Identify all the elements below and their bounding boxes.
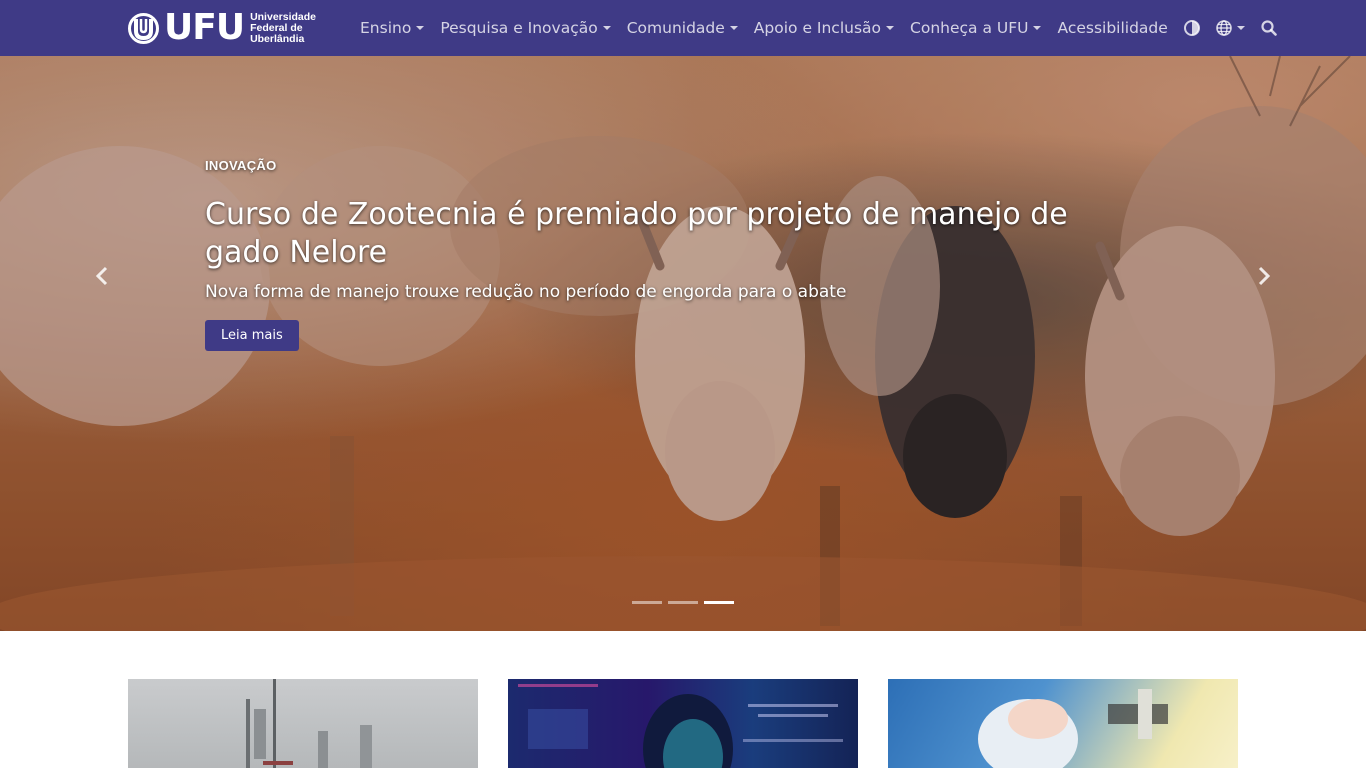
ufu-logo-link[interactable]: UFU Universidade Federal de Uberlândia (128, 7, 318, 48)
nav-label: Ensino (360, 19, 412, 37)
chevron-right-icon (1258, 266, 1271, 286)
caret-down-icon (886, 26, 895, 30)
globe-icon (1216, 20, 1232, 36)
lab-microscope-photo (978, 689, 1168, 768)
carousel-indicator-2[interactable] (668, 601, 698, 604)
news-card-image-2[interactable] (508, 679, 858, 768)
logo-wordmark: UFU (164, 7, 245, 48)
slide-headline: Curso de Zootecnia é premiado por projet… (205, 197, 1068, 270)
search-icon (1261, 20, 1277, 36)
main-nav: Ensino Pesquisa e Inovação Comunidade Ap… (352, 0, 1285, 56)
top-navbar: UFU Universidade Federal de Uberlândia E… (0, 0, 1366, 56)
nav-comunidade[interactable]: Comunidade (619, 19, 746, 37)
caret-down-icon (1033, 26, 1042, 30)
carousel-next-button[interactable] (1244, 256, 1284, 296)
news-card-image-1[interactable] (128, 679, 478, 768)
nav-label: Apoio e Inclusão (753, 19, 882, 37)
carousel-indicator-3[interactable] (704, 601, 734, 604)
slide-caption: INOVAÇÃO Curso de Zootecnia é premiado p… (205, 158, 1125, 351)
nav-conheca-ufu[interactable]: Conheça a UFU (902, 19, 1049, 37)
news-card-image-3[interactable] (888, 679, 1238, 768)
nav-apoio-inclusao[interactable]: Apoio e Inclusão (746, 19, 902, 37)
ufu-logo-icon (128, 12, 159, 44)
nav-label: Acessibilidade (1057, 19, 1168, 37)
carousel-indicator-1[interactable] (632, 601, 662, 604)
contrast-icon (1183, 20, 1200, 36)
slide-subtitle: Nova forma de manejo trouxe redução no p… (205, 282, 847, 302)
caret-down-icon (416, 26, 425, 30)
caret-down-icon (729, 26, 738, 30)
carousel-prev-button[interactable] (82, 256, 122, 296)
nav-ensino[interactable]: Ensino (352, 19, 432, 37)
contrast-toggle-button[interactable] (1176, 20, 1208, 36)
chevron-left-icon (95, 266, 108, 286)
antenna-tower-photo (246, 679, 372, 768)
language-dropdown[interactable] (1208, 20, 1253, 36)
read-more-button[interactable]: Leia mais (205, 320, 299, 351)
hero-carousel: INOVAÇÃO Curso de Zootecnia é premiado p… (0, 56, 1366, 631)
nav-label: Comunidade (626, 19, 725, 37)
nav-label: Pesquisa e Inovação (440, 19, 598, 37)
caret-down-icon (602, 26, 611, 30)
nav-acessibilidade[interactable]: Acessibilidade (1049, 19, 1175, 37)
logo-full-name: Universidade Federal de Uberlândia (250, 10, 317, 45)
search-button[interactable] (1253, 20, 1285, 36)
nav-label: Conheça a UFU (910, 19, 1029, 37)
nav-pesquisa-inovacao[interactable]: Pesquisa e Inovação (432, 19, 618, 37)
caret-down-icon (1236, 26, 1245, 30)
slide-category: INOVAÇÃO (205, 158, 277, 173)
carousel-indicators (632, 601, 740, 604)
data-woman-photo (518, 684, 843, 768)
